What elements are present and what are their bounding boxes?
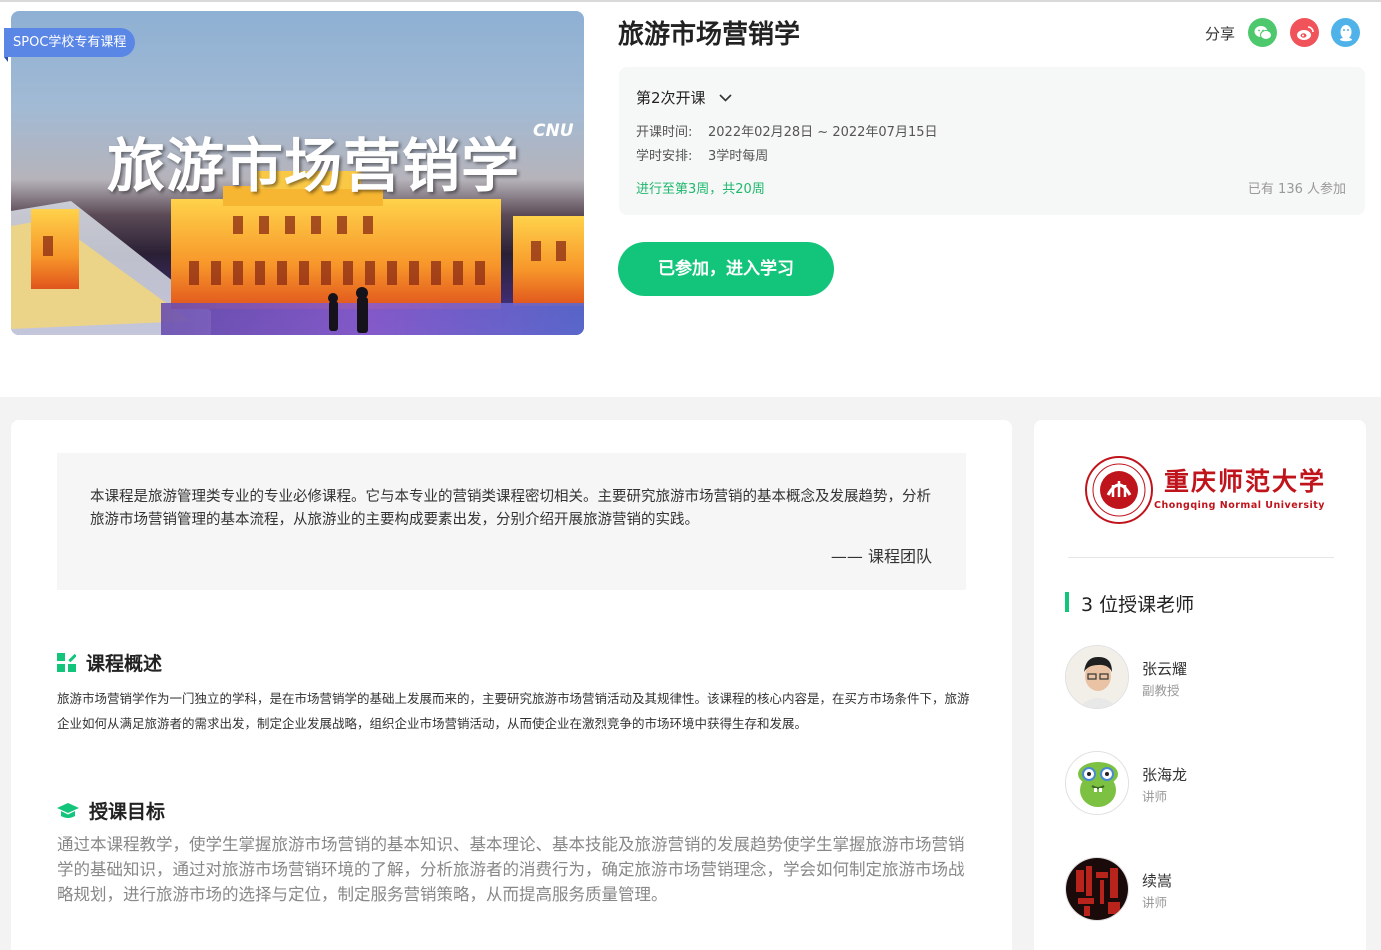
start-time-label: 开课时间: xyxy=(636,125,693,140)
accent-bar xyxy=(1065,592,1069,612)
course-session-info: 第2次开课 开课时间: 2022年02月28日 ~ 2022年07月15日 学时安… xyxy=(619,67,1365,215)
teacher-item[interactable]: 张云耀 副教授 xyxy=(1065,645,1345,709)
teacher-item[interactable]: 续嵩 讲师 xyxy=(1065,857,1345,921)
overview-heading: 课程概述 xyxy=(57,649,162,676)
side-divider xyxy=(1068,557,1334,558)
school-seal-icon xyxy=(1085,456,1153,524)
hours-label: 学时安排: xyxy=(636,149,693,164)
weibo-icon[interactable] xyxy=(1290,18,1319,47)
teacher-count: 3 位授课老师 xyxy=(1081,594,1195,616)
teacher-item[interactable]: 张海龙 讲师 xyxy=(1065,751,1345,815)
course-detail-card: 本课程是旅游管理类专业的专业必修课程。它与本专业的营销类课程密切相关。主要研究旅… xyxy=(11,420,1012,950)
teacher-title: 讲师 xyxy=(1142,895,1168,910)
graduation-cap-icon xyxy=(57,802,79,818)
teacher-title: 副教授 xyxy=(1142,683,1180,698)
overview-heading-text: 课程概述 xyxy=(86,653,163,675)
school-name-en: Chongqing Normal University xyxy=(1154,500,1325,511)
teacher-name[interactable]: 张云耀 xyxy=(1142,658,1187,679)
avatar[interactable] xyxy=(1065,857,1129,921)
course-cover-image[interactable]: 旅游市场营销学 CNU xyxy=(11,11,584,335)
top-border xyxy=(0,0,1381,2)
school-name-cn: 重庆师范大学 xyxy=(1164,467,1327,496)
grid-icon xyxy=(57,653,76,672)
joined-count-text: 已有 136 人参加 xyxy=(1247,182,1346,197)
enter-study-button[interactable]: 已参加，进入学习 xyxy=(618,242,834,296)
qq-icon[interactable] xyxy=(1331,18,1360,47)
course-progress-text: 进行至第3周，共20周 xyxy=(636,182,765,197)
start-time-value: 2022年02月28日 ~ 2022年07月15日 xyxy=(708,125,938,140)
session-select[interactable]: 第2次开课 xyxy=(636,87,732,108)
cover-title-art: 旅游市场营销学 xyxy=(107,132,521,200)
start-time-row: 开课时间: 2022年02月28日 ~ 2022年07月15日 xyxy=(636,121,938,140)
teacher-title: 讲师 xyxy=(1142,789,1168,804)
goals-text: 通过本课程教学，使学生掌握旅游市场营销的基本知识、基本理论、基本技能及旅游营销的… xyxy=(57,835,965,904)
spoc-badge: SPOC学校专有课程 xyxy=(4,28,136,62)
share-label: 分享 xyxy=(1205,25,1236,43)
hours-row: 学时安排: 3学时每周 xyxy=(636,145,768,164)
hours-value: 3学时每周 xyxy=(708,149,769,164)
overview-text: 旅游市场营销学作为一门独立的学科，是在市场营销学的基础上发展而来的，主要研究旅游… xyxy=(57,691,970,731)
session-select-label: 第2次开课 xyxy=(636,89,706,107)
goals-heading: 授课目标 xyxy=(57,797,165,824)
avatar[interactable] xyxy=(1065,751,1129,815)
school-teacher-card: 重庆师范大学 Chongqing Normal University 3 位授课… xyxy=(1034,420,1366,950)
course-title: 旅游市场营销学 xyxy=(618,20,801,50)
avatar[interactable] xyxy=(1065,645,1129,709)
course-intro-quote: 本课程是旅游管理类专业的专业必修课程。它与本专业的营销类课程密切相关。主要研究旅… xyxy=(57,453,966,590)
wechat-icon[interactable] xyxy=(1248,18,1277,47)
chevron-down-icon xyxy=(718,93,732,102)
teacher-name[interactable]: 续嵩 xyxy=(1142,870,1172,891)
cover-cnu-mark: CNU xyxy=(533,121,574,141)
goals-heading-text: 授课目标 xyxy=(89,801,166,823)
teacher-name[interactable]: 张海龙 xyxy=(1142,764,1187,785)
intro-quote-author: —— 课程团队 xyxy=(830,547,932,566)
intro-quote-text: 本课程是旅游管理类专业的专业必修课程。它与本专业的营销类课程密切相关。主要研究旅… xyxy=(90,489,931,528)
